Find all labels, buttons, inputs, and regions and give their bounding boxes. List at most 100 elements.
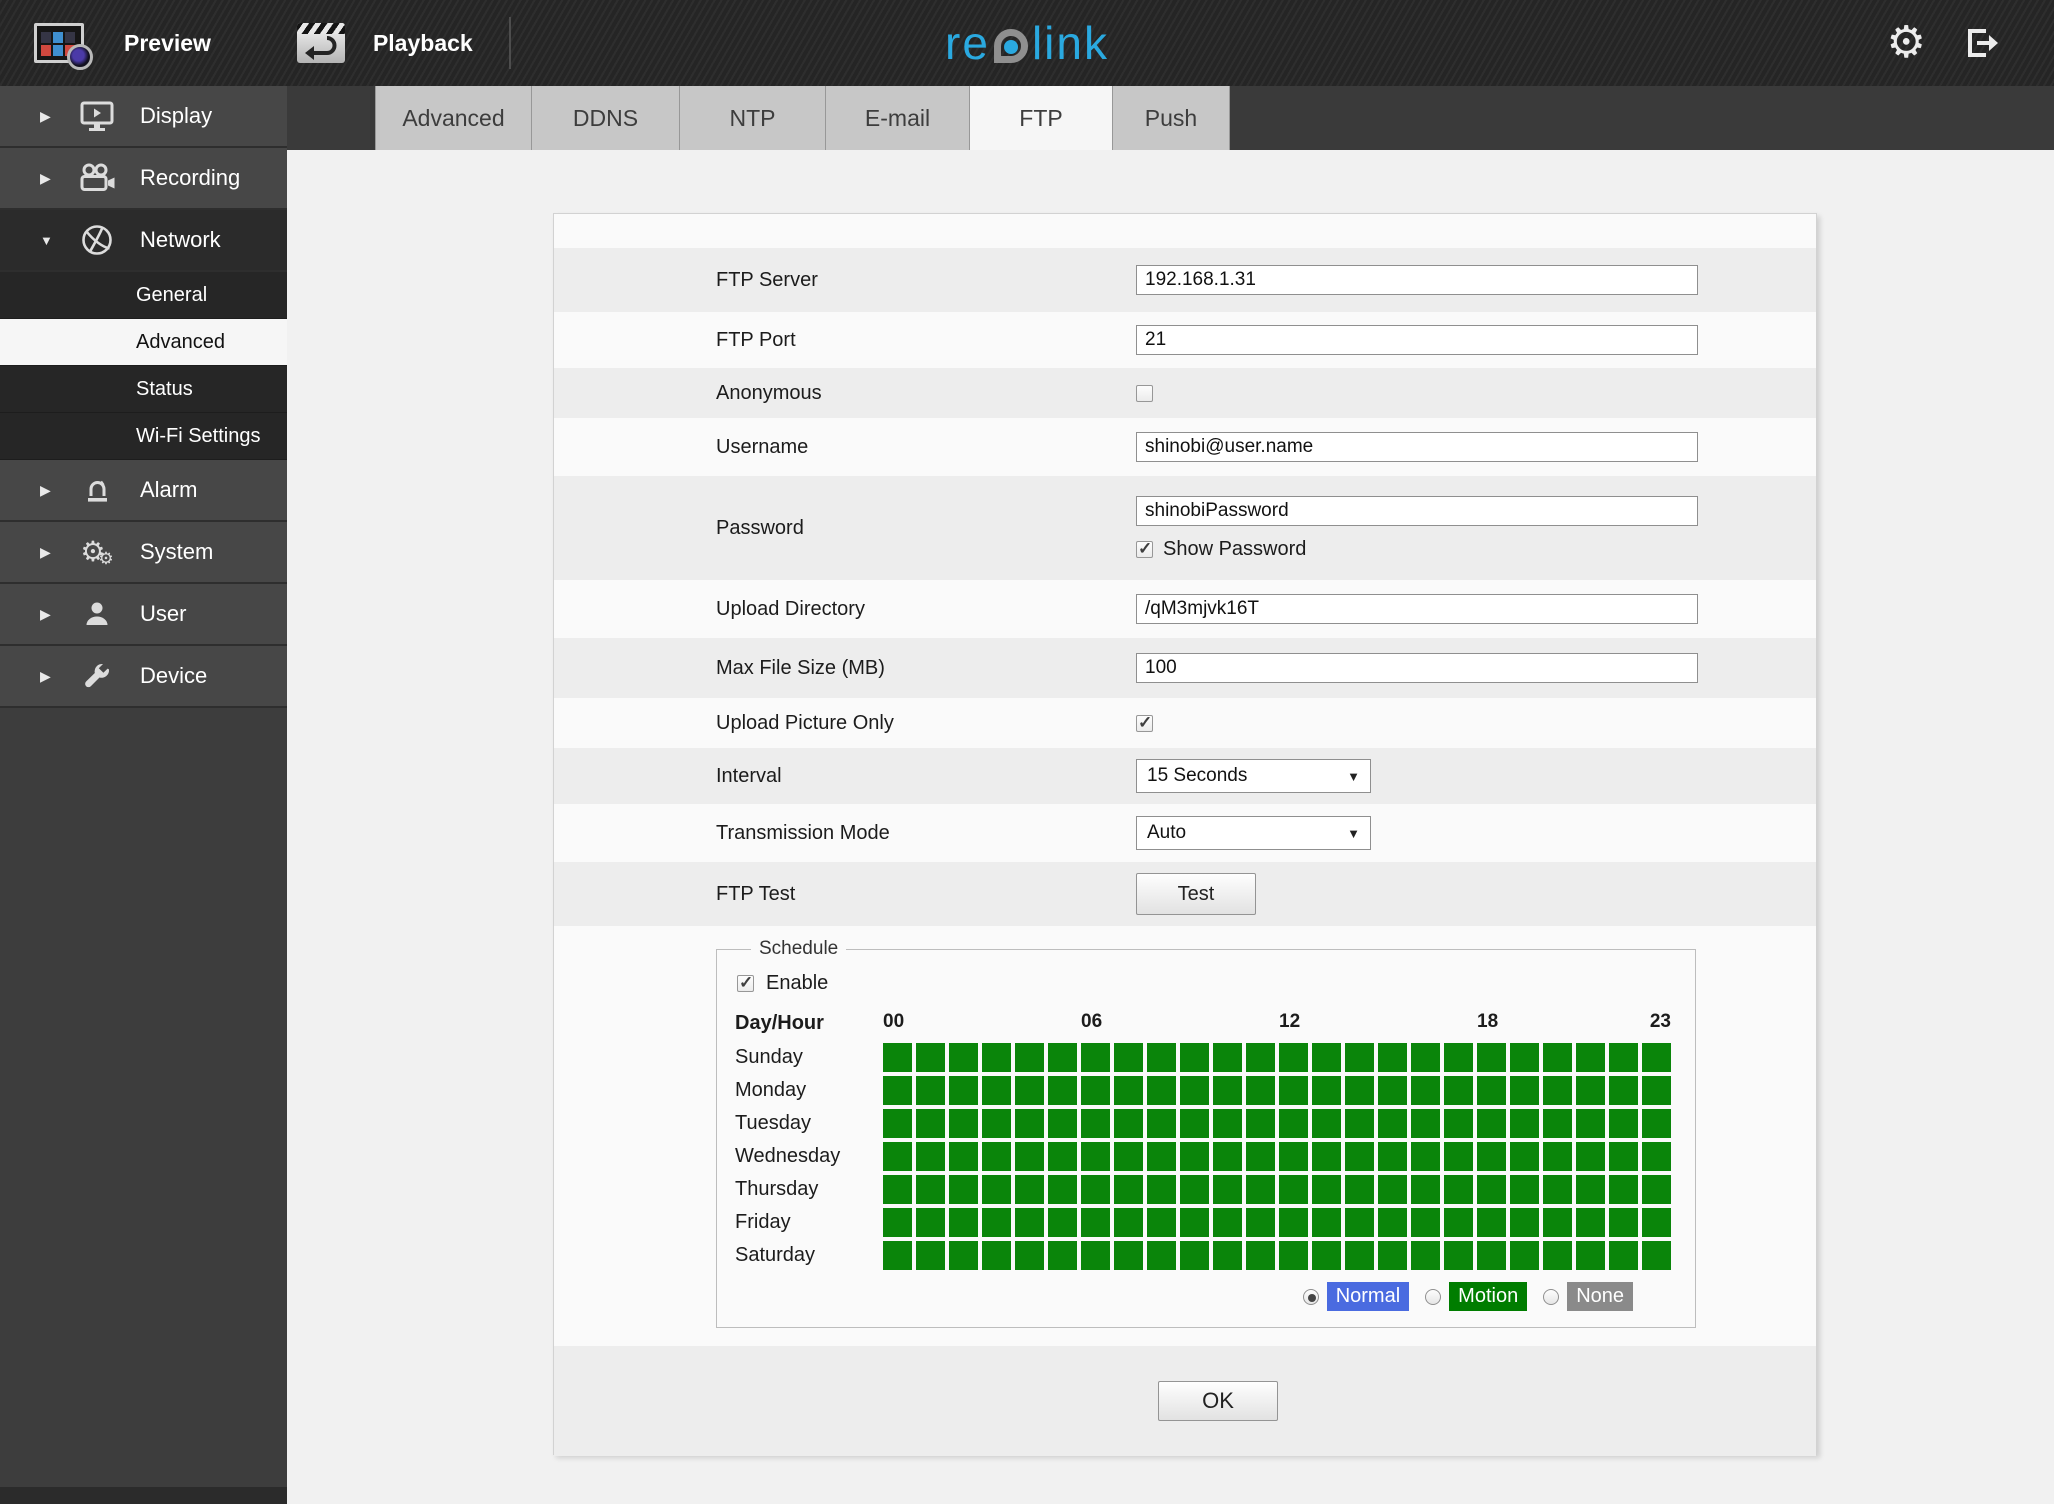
schedule-cell[interactable] [916, 1109, 945, 1138]
schedule-cell[interactable] [1180, 1175, 1209, 1204]
anonymous-checkbox[interactable] [1136, 384, 1153, 402]
schedule-cell[interactable] [1015, 1142, 1044, 1171]
schedule-enable-checkbox[interactable] [737, 973, 754, 993]
sidebar-item-user[interactable]: ▶ User [0, 584, 287, 646]
schedule-cell[interactable] [1576, 1208, 1605, 1237]
schedule-cell[interactable] [1081, 1142, 1110, 1171]
show-password-checkbox[interactable] [1136, 539, 1153, 559]
schedule-cell[interactable] [949, 1142, 978, 1171]
schedule-cell[interactable] [1279, 1241, 1308, 1270]
ok-button[interactable]: OK [1158, 1381, 1278, 1421]
schedule-cell[interactable] [1444, 1241, 1473, 1270]
schedule-cell[interactable] [1510, 1208, 1539, 1237]
schedule-cell[interactable] [1642, 1142, 1671, 1171]
schedule-cell[interactable] [1312, 1175, 1341, 1204]
schedule-cell[interactable] [1609, 1142, 1638, 1171]
schedule-cell[interactable] [916, 1241, 945, 1270]
schedule-cell[interactable] [1114, 1142, 1143, 1171]
schedule-cell[interactable] [1147, 1043, 1176, 1072]
schedule-cell[interactable] [1411, 1043, 1440, 1072]
sidebar-subitem-status[interactable]: Status [0, 366, 287, 413]
schedule-cell[interactable] [1213, 1175, 1242, 1204]
tab-ftp[interactable]: FTP [969, 86, 1112, 150]
ftp-test-button[interactable]: Test [1136, 873, 1256, 915]
schedule-cell[interactable] [1015, 1109, 1044, 1138]
schedule-cell[interactable] [982, 1076, 1011, 1105]
schedule-cell[interactable] [1081, 1175, 1110, 1204]
tab-push[interactable]: Push [1112, 86, 1230, 150]
schedule-cell[interactable] [1510, 1043, 1539, 1072]
schedule-cell[interactable] [1477, 1043, 1506, 1072]
schedule-cell[interactable] [1477, 1241, 1506, 1270]
schedule-cell[interactable] [1279, 1076, 1308, 1105]
mode-none-radio[interactable] [1543, 1288, 1560, 1305]
schedule-cell[interactable] [883, 1076, 912, 1105]
schedule-cell[interactable] [1609, 1076, 1638, 1105]
schedule-cell[interactable] [1411, 1076, 1440, 1105]
sidebar-item-system[interactable]: ▶ ⚙ ⚙ System [0, 522, 287, 584]
mode-normal-chip[interactable]: Normal [1326, 1282, 1410, 1311]
logout-icon[interactable] [1960, 24, 2002, 62]
schedule-cell[interactable] [916, 1208, 945, 1237]
schedule-cell[interactable] [1609, 1175, 1638, 1204]
schedule-cell[interactable] [1147, 1142, 1176, 1171]
schedule-cell[interactable] [1477, 1142, 1506, 1171]
schedule-cell[interactable] [1213, 1043, 1242, 1072]
schedule-cell[interactable] [1213, 1076, 1242, 1105]
schedule-cell[interactable] [1576, 1175, 1605, 1204]
schedule-cell[interactable] [1015, 1241, 1044, 1270]
schedule-cell[interactable] [1180, 1076, 1209, 1105]
schedule-cell[interactable] [1015, 1043, 1044, 1072]
schedule-cell[interactable] [1642, 1043, 1671, 1072]
schedule-cell[interactable] [916, 1175, 945, 1204]
schedule-cell[interactable] [1213, 1142, 1242, 1171]
schedule-cell[interactable] [1576, 1076, 1605, 1105]
sidebar-subitem-general[interactable]: General [0, 272, 287, 319]
schedule-cell[interactable] [1543, 1142, 1572, 1171]
schedule-cell[interactable] [883, 1043, 912, 1072]
schedule-cell[interactable] [1015, 1175, 1044, 1204]
interval-select[interactable]: 15 Seconds ▼ [1136, 759, 1371, 793]
schedule-cell[interactable] [1510, 1175, 1539, 1204]
schedule-cell[interactable] [1246, 1076, 1275, 1105]
schedule-cell[interactable] [1411, 1241, 1440, 1270]
schedule-cell[interactable] [883, 1175, 912, 1204]
schedule-cell[interactable] [1180, 1043, 1209, 1072]
tab-ntp[interactable]: NTP [679, 86, 825, 150]
schedule-cell[interactable] [1411, 1109, 1440, 1138]
settings-gear-icon[interactable]: ⚙ [1887, 21, 1926, 65]
schedule-cell[interactable] [1378, 1142, 1407, 1171]
schedule-cell[interactable] [1543, 1208, 1572, 1237]
schedule-cell[interactable] [1279, 1175, 1308, 1204]
schedule-cell[interactable] [1081, 1208, 1110, 1237]
schedule-cell[interactable] [1246, 1109, 1275, 1138]
schedule-cell[interactable] [1114, 1241, 1143, 1270]
mode-normal-radio[interactable] [1302, 1288, 1319, 1305]
schedule-cell[interactable] [916, 1142, 945, 1171]
schedule-cell[interactable] [1543, 1043, 1572, 1072]
schedule-cell[interactable] [1312, 1208, 1341, 1237]
schedule-cell[interactable] [949, 1241, 978, 1270]
upload-directory-input[interactable] [1136, 594, 1698, 624]
schedule-cell[interactable] [883, 1109, 912, 1138]
schedule-cell[interactable] [1048, 1043, 1077, 1072]
schedule-cell[interactable] [982, 1142, 1011, 1171]
schedule-cell[interactable] [1081, 1109, 1110, 1138]
schedule-cell[interactable] [1246, 1142, 1275, 1171]
schedule-cell[interactable] [1345, 1241, 1374, 1270]
schedule-cell[interactable] [1081, 1043, 1110, 1072]
schedule-cell[interactable] [1279, 1043, 1308, 1072]
schedule-cell[interactable] [1378, 1175, 1407, 1204]
schedule-cell[interactable] [1114, 1175, 1143, 1204]
schedule-cell[interactable] [1213, 1241, 1242, 1270]
schedule-cell[interactable] [1543, 1175, 1572, 1204]
schedule-cell[interactable] [1180, 1109, 1209, 1138]
schedule-cell[interactable] [1147, 1076, 1176, 1105]
schedule-cell[interactable] [883, 1142, 912, 1171]
schedule-cell[interactable] [1543, 1109, 1572, 1138]
schedule-cell[interactable] [1048, 1142, 1077, 1171]
schedule-cell[interactable] [949, 1175, 978, 1204]
schedule-cell[interactable] [1279, 1142, 1308, 1171]
schedule-cell[interactable] [1477, 1109, 1506, 1138]
schedule-cell[interactable] [1312, 1241, 1341, 1270]
